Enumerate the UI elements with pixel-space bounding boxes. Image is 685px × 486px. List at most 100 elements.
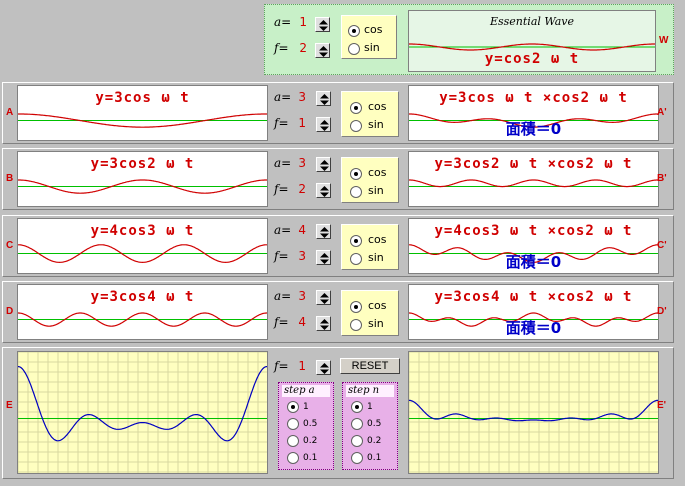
row-b-func-selector: cos sin (341, 157, 399, 203)
row-a-a-spinner[interactable] (316, 91, 331, 106)
row-a-cos-radio[interactable] (350, 102, 362, 114)
row-e-f-spinner[interactable] (316, 360, 331, 375)
row-d-f-spinner[interactable] (316, 316, 331, 331)
row-b-f-value: 2 (298, 182, 306, 196)
row-a-cos-label: cos (368, 100, 387, 113)
row-a-func-selector: cos sin (341, 91, 399, 137)
reset-button[interactable]: RESET (340, 358, 400, 374)
step-n-radio-1[interactable] (351, 418, 363, 430)
row-d-f-value: 4 (298, 315, 306, 329)
row-a-area: 面積＝0 (505, 120, 562, 138)
row-d-panel: Dy=3cos4 ω t a= 3 f= 4 cos sin y=3cos4 ω t ×cos… (2, 281, 674, 343)
row-c-sin-radio[interactable] (350, 253, 362, 265)
row-a-sin-label: sin (368, 118, 384, 131)
step-a-option-label: 0.1 (303, 453, 318, 463)
row-b-f-label: f= (274, 182, 289, 196)
top-w-label: W (659, 35, 669, 46)
row-d-cos-radio[interactable] (350, 301, 362, 313)
step-a-radio-0[interactable] (287, 401, 299, 413)
top-cos-radio[interactable] (348, 25, 360, 37)
row-b-a-value: 3 (298, 156, 306, 170)
row-c-func-selector: cos sin (341, 224, 399, 270)
step-n-radio-3[interactable] (351, 452, 363, 464)
row-b-formula: y=3cos2 ω t (90, 156, 195, 172)
step-a-option-label: 0.2 (303, 436, 318, 446)
row-d-a-spinner[interactable] (316, 290, 331, 305)
row-c-formula: y=4cos3 ω t (90, 223, 195, 239)
row-b-sin-radio[interactable] (350, 186, 362, 198)
row-a-wave-plot: y=3cos ω t (17, 85, 268, 141)
row-c-f-label: f= (274, 249, 289, 263)
row-c-cos-radio[interactable] (350, 235, 362, 247)
top-f-spinner[interactable] (315, 43, 330, 58)
row-c-a-spinner[interactable] (316, 224, 331, 239)
top-a-spinner[interactable] (315, 17, 330, 32)
row-c-product-formula: y=4cos3 ω t ×cos2 ω t (434, 223, 633, 239)
row-d-f-label: f= (274, 315, 289, 329)
essential-wave-formula: y=cos2 ω t (484, 51, 580, 67)
step-n-title: step n (346, 385, 394, 397)
row-c-cos-label: cos (368, 233, 387, 246)
row-b-a-spinner[interactable] (316, 157, 331, 172)
row-b-product-plot: y=3cos2 ω t ×cos2 ω t (408, 151, 659, 207)
row-a-label2: A' (657, 107, 667, 118)
row-b-cos-radio[interactable] (350, 168, 362, 180)
row-b-label: B (6, 173, 14, 184)
row-c-label: C (6, 240, 14, 251)
row-a-f-label: f= (274, 116, 289, 130)
step-n-option-label: 1 (367, 402, 373, 412)
top-sin-label: sin (364, 41, 380, 54)
step-n-option-label: 0.5 (367, 419, 382, 429)
row-d-a-value: 3 (298, 289, 306, 303)
row-b-cos-label: cos (368, 166, 387, 179)
row-b-wave-plot: y=3cos2 ω t (17, 151, 268, 207)
row-a-f-spinner[interactable] (316, 117, 331, 132)
step-n-radio-0[interactable] (351, 401, 363, 413)
row-d-cos-label: cos (368, 299, 387, 312)
row-a-label: A (6, 107, 14, 118)
step-n-panel: step n 1 0.5 0.2 0.1 (342, 382, 398, 470)
row-b-label2: B' (657, 173, 667, 184)
sum-wave-plot (17, 351, 268, 474)
top-panel: a= 1 f= 2 cos sin Essential Wave y=cos2 … (264, 4, 674, 75)
top-f-value: 2 (299, 41, 307, 55)
row-b-panel: By=3cos2 ω t a= 3 f= 2 cos sin y=3cos2 ω t ×cos… (2, 148, 674, 210)
row-c-wave-plot: y=4cos3 ω t (17, 218, 268, 274)
row-d-product-formula: y=3cos4 ω t ×cos2 ω t (434, 289, 633, 305)
row-e-f-value: 1 (298, 359, 306, 373)
step-n-option-label: 0.1 (367, 453, 382, 463)
row-d-func-selector: cos sin (341, 290, 399, 336)
row-d-sin-radio[interactable] (350, 319, 362, 331)
row-e-label2: E' (657, 400, 667, 411)
top-sin-radio[interactable] (348, 43, 360, 55)
row-c-f-spinner[interactable] (316, 250, 331, 265)
row-a-a-value: 3 (298, 90, 306, 104)
row-d-sin-label: sin (368, 317, 384, 330)
row-c-a-label: a= (274, 223, 292, 237)
step-a-radio-3[interactable] (287, 452, 299, 464)
step-a-radio-1[interactable] (287, 418, 299, 430)
row-d-label2: D' (657, 306, 667, 317)
row-d-product-plot: y=3cos4 ω t ×cos2 ω t 面積＝0 (408, 284, 659, 340)
row-c-panel: Cy=4cos3 ω t a= 4 f= 3 cos sin y=4cos3 ω t ×cos… (2, 215, 674, 277)
row-b-product-formula: y=3cos2 ω t ×cos2 ω t (434, 156, 633, 172)
row-a-f-value: 1 (298, 116, 306, 130)
row-b-sin-label: sin (368, 184, 384, 197)
step-a-title: step a (282, 385, 330, 397)
row-e-f-label: f= (274, 359, 289, 373)
row-a-sin-radio[interactable] (350, 120, 362, 132)
step-n-radio-2[interactable] (351, 435, 363, 447)
top-func-selector: cos sin (341, 15, 397, 59)
row-c-area: 面積＝0 (505, 253, 562, 271)
step-a-option-label: 1 (303, 402, 309, 412)
row-b-f-spinner[interactable] (316, 183, 331, 198)
row-e-panel: E f= 1 RESET step a 1 0.5 0.2 0.1 step n 1 0… (2, 347, 674, 479)
row-c-label2: C' (657, 240, 667, 251)
step-a-panel: step a 1 0.5 0.2 0.1 (278, 382, 334, 470)
essential-wave-plot: Essential Wave y=cos2 ω t (408, 10, 656, 72)
step-a-radio-2[interactable] (287, 435, 299, 447)
top-cos-label: cos (364, 23, 383, 36)
row-d-label: D (6, 306, 14, 317)
top-f-label: f= (274, 41, 289, 55)
top-a-label: a= (274, 15, 292, 29)
